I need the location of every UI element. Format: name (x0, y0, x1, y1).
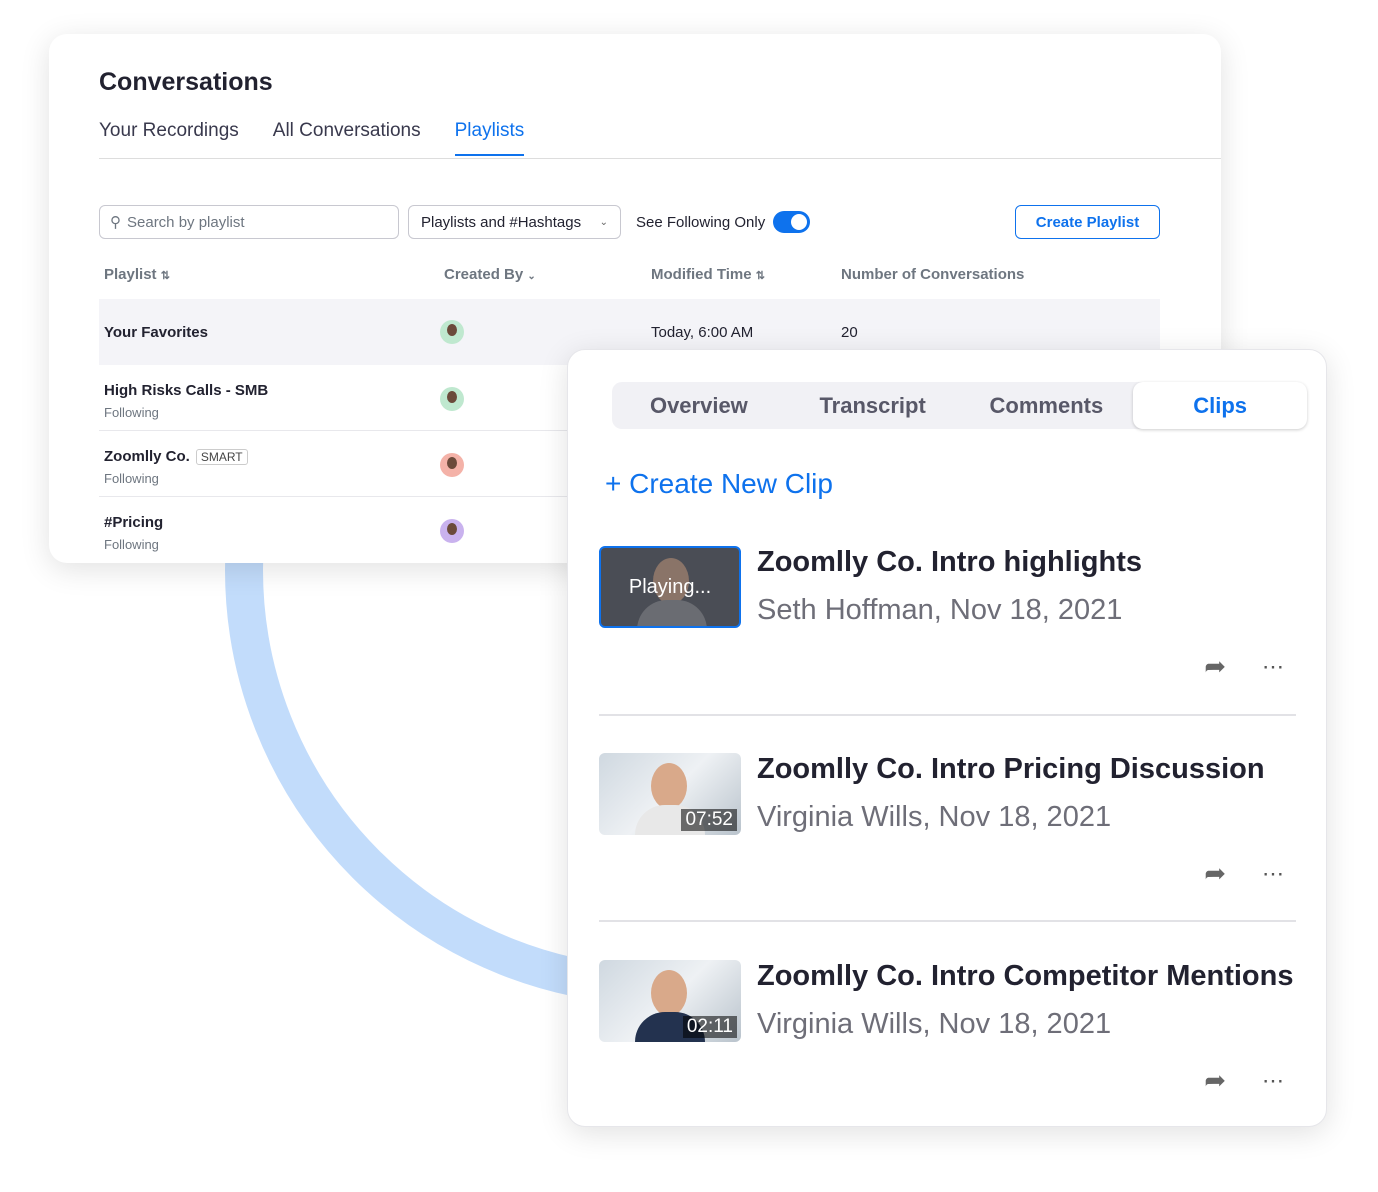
playlist-status: Following (104, 471, 159, 486)
playlist-name: Zoomlly Co. (104, 448, 190, 465)
playlist-name: High Risks Calls - SMB (104, 382, 269, 399)
playlist-name: #Pricing (104, 514, 164, 531)
chevron-down-icon: ⌄ (599, 216, 608, 228)
following-label: See Following Only (636, 213, 766, 231)
column-header-modified-time[interactable]: Modified Time ⇅ (651, 266, 765, 283)
tab-clips[interactable]: Clips (1133, 382, 1307, 429)
column-header-created-by[interactable]: Created By ⌄ (444, 266, 536, 283)
search-icon: ⚲ (110, 214, 121, 231)
modified-time: Today, 6:00 AM (651, 324, 754, 341)
clip-item[interactable]: 02:11 Zoomlly Co. Intro Competitor Menti… (599, 960, 1296, 1100)
avatar (440, 320, 464, 344)
following-only-toggle-group: See Following Only (636, 205, 811, 239)
avatar (440, 453, 464, 477)
playlist-status: Following (104, 405, 159, 420)
divider (599, 714, 1296, 716)
more-options-icon[interactable]: ⋯ (1262, 861, 1284, 887)
tab-transcript[interactable]: Transcript (786, 382, 960, 429)
column-header-playlist[interactable]: Playlist ⇅ (104, 266, 170, 283)
clip-thumbnail[interactable]: 07:52 (599, 753, 741, 835)
divider (599, 920, 1296, 922)
search-input[interactable]: ⚲ Search by playlist (99, 205, 399, 239)
filter-dropdown[interactable]: Playlists and #Hashtags ⌄ (408, 205, 621, 239)
divider (99, 158, 1221, 159)
filter-value: Playlists and #Hashtags (421, 213, 582, 231)
tab-playlists[interactable]: Playlists (454, 120, 525, 156)
tab-comments[interactable]: Comments (960, 382, 1134, 429)
page-title: Conversations (99, 68, 273, 96)
clip-title: Zoomlly Co. Intro Pricing Discussion (757, 753, 1265, 785)
playlist-status: Following (104, 537, 159, 552)
more-options-icon[interactable]: ⋯ (1262, 1068, 1284, 1094)
clips-panel: Overview Transcript Comments Clips + Cre… (567, 349, 1327, 1127)
tab-all-conversations[interactable]: All Conversations (273, 120, 421, 156)
search-placeholder: Search by playlist (127, 213, 245, 231)
tab-your-recordings[interactable]: Your Recordings (99, 120, 239, 156)
conversation-count: 20 (841, 324, 858, 341)
clip-meta: Virginia Wills, Nov 18, 2021 (757, 1008, 1112, 1040)
conversation-tabs: Your Recordings All Conversations Playli… (99, 120, 525, 156)
smart-badge: SMART (195, 449, 248, 465)
recording-tabs: Overview Transcript Comments Clips (612, 382, 1307, 429)
column-header-count[interactable]: Number of Conversations (841, 266, 1024, 283)
clip-title: Zoomlly Co. Intro highlights (757, 546, 1143, 578)
clip-meta: Virginia Wills, Nov 18, 2021 (757, 801, 1112, 833)
clip-thumbnail[interactable]: 02:11 (599, 960, 741, 1042)
clip-title: Zoomlly Co. Intro Competitor Mentions (757, 960, 1294, 992)
share-icon[interactable]: ➦ (1204, 651, 1226, 682)
share-icon[interactable]: ➦ (1204, 1065, 1226, 1096)
avatar (440, 519, 464, 543)
clip-item[interactable]: 07:52 Zoomlly Co. Intro Pricing Discussi… (599, 753, 1296, 893)
clip-duration: 02:11 (682, 1016, 737, 1038)
tab-overview[interactable]: Overview (612, 382, 786, 429)
playing-label: Playing... (628, 576, 712, 598)
chevron-down-icon: ⌄ (527, 271, 536, 282)
avatar (440, 387, 464, 411)
more-options-icon[interactable]: ⋯ (1262, 654, 1284, 680)
clip-meta: Seth Hoffman, Nov 18, 2021 (757, 594, 1123, 626)
following-toggle[interactable] (773, 211, 811, 233)
clip-item[interactable]: Playing... Zoomlly Co. Intro highlights … (599, 546, 1296, 686)
clip-duration: 07:52 (681, 809, 737, 831)
sort-icon: ⇅ (160, 270, 170, 282)
clip-thumbnail[interactable]: Playing... (599, 546, 741, 628)
playlist-name: Your Favorites (104, 324, 208, 341)
sort-icon: ⇅ (755, 270, 765, 282)
create-playlist-button[interactable]: Create Playlist (1015, 205, 1160, 239)
share-icon[interactable]: ➦ (1204, 858, 1226, 889)
create-new-clip-link[interactable]: + Create New Clip (605, 468, 833, 500)
